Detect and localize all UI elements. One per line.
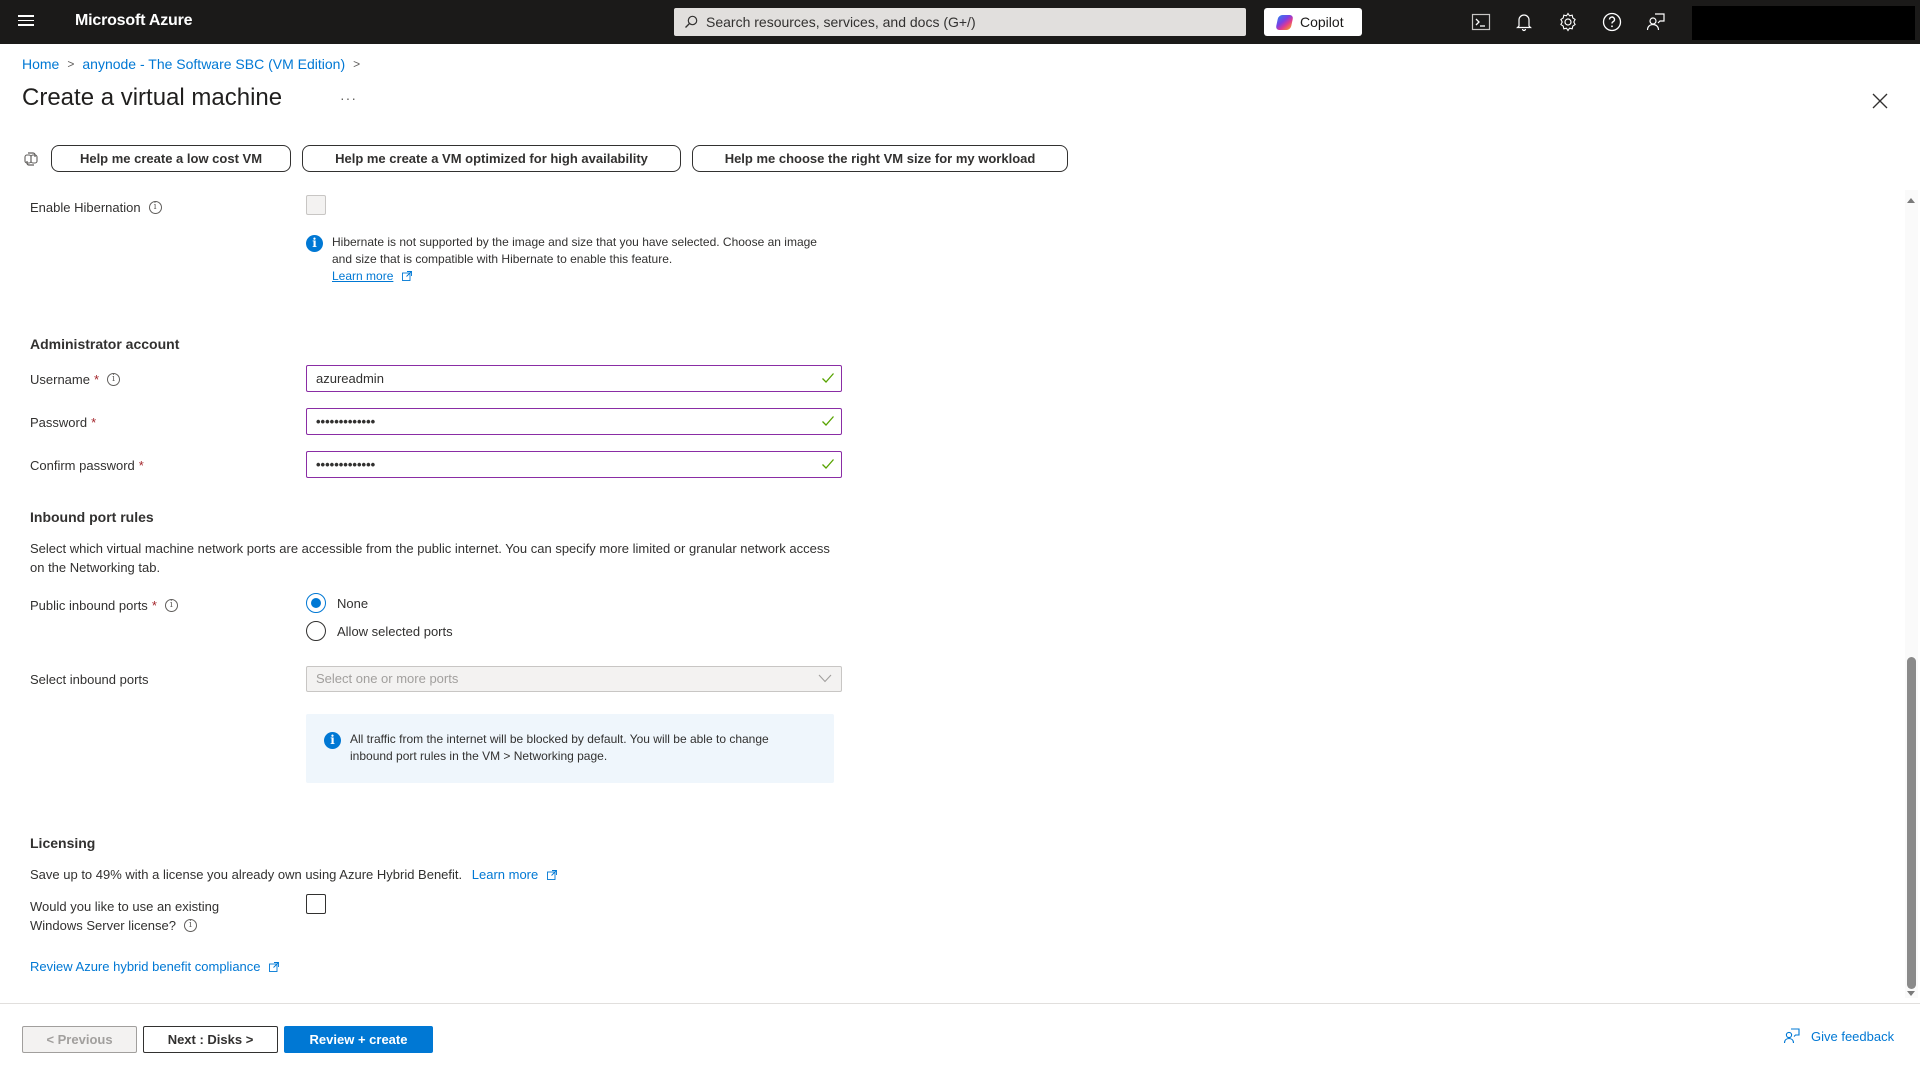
username-label: Username * i bbox=[30, 372, 121, 387]
existing-license-line1: Would you like to use an existing bbox=[30, 899, 220, 914]
copilot-button[interactable]: Copilot bbox=[1264, 8, 1362, 36]
radio-indicator bbox=[306, 593, 326, 613]
inbound-heading: Inbound port rules bbox=[30, 509, 154, 525]
public-inbound-label: Public inbound ports * i bbox=[30, 598, 178, 613]
chevron-right-icon: > bbox=[67, 57, 75, 71]
brand-title[interactable]: Microsoft Azure bbox=[75, 12, 193, 30]
external-link-icon bbox=[269, 962, 280, 972]
dropdown-placeholder: Select one or more ports bbox=[316, 671, 459, 686]
password-label-text: Password bbox=[30, 415, 88, 430]
search-placeholder: Search resources, services, and docs (G+… bbox=[706, 14, 976, 30]
vertical-scrollbar[interactable] bbox=[1905, 190, 1918, 998]
feedback-icon[interactable] bbox=[1644, 10, 1668, 34]
existing-license-checkbox[interactable] bbox=[306, 894, 326, 914]
info-icon[interactable]: i bbox=[183, 919, 197, 932]
copilot-icon bbox=[24, 152, 38, 166]
password-label: Password * bbox=[30, 415, 96, 430]
required-marker: * bbox=[138, 458, 144, 473]
select-inbound-label: Select inbound ports bbox=[30, 672, 149, 687]
confirm-password-input[interactable]: ••••••••••••• bbox=[306, 451, 842, 478]
username-value: azureadmin bbox=[316, 371, 384, 386]
required-marker: * bbox=[91, 415, 97, 430]
previous-button[interactable]: < Previous bbox=[22, 1026, 137, 1053]
external-link-icon bbox=[401, 271, 412, 281]
breadcrumb-anynode[interactable]: anynode - The Software SBC (VM Edition) bbox=[82, 56, 345, 72]
inbound-info-box: i All traffic from the internet will be … bbox=[306, 714, 834, 783]
give-feedback-label: Give feedback bbox=[1811, 1028, 1895, 1044]
scrollbar-thumb[interactable] bbox=[1907, 657, 1916, 989]
hibernation-label: Enable Hibernation i bbox=[30, 200, 162, 215]
review-create-button[interactable]: Review + create bbox=[284, 1026, 433, 1053]
compliance-link-row: Review Azure hybrid benefit compliance bbox=[30, 957, 280, 976]
required-marker: * bbox=[151, 598, 157, 613]
cloud-shell-icon[interactable] bbox=[1469, 10, 1493, 34]
suggestion-vm-size[interactable]: Help me choose the right VM size for my … bbox=[692, 145, 1068, 172]
footer-divider bbox=[0, 1003, 1920, 1004]
next-disks-button[interactable]: Next : Disks > bbox=[143, 1026, 278, 1053]
checkmark-icon bbox=[822, 373, 834, 383]
radio-allow-selected-ports[interactable]: Allow selected ports bbox=[306, 621, 453, 641]
hibernation-note-text: Hibernate is not supported by the image … bbox=[332, 235, 817, 266]
search-icon bbox=[685, 15, 698, 28]
page-title: Create a virtual machine bbox=[22, 84, 283, 111]
scroll-down-icon[interactable] bbox=[1907, 991, 1915, 996]
username-label-text: Username bbox=[30, 372, 90, 387]
licensing-learn-more-link[interactable]: Learn more bbox=[472, 867, 538, 882]
search-input[interactable]: Search resources, services, and docs (G+… bbox=[674, 8, 1246, 36]
hybrid-benefit-compliance-link[interactable]: Review Azure hybrid benefit compliance bbox=[30, 959, 261, 974]
close-icon[interactable] bbox=[1871, 92, 1889, 110]
chevron-right-icon: > bbox=[353, 57, 361, 71]
info-icon[interactable]: i bbox=[164, 599, 178, 612]
confirm-password-label-text: Confirm password bbox=[30, 458, 135, 473]
hibernation-checkbox[interactable] bbox=[306, 195, 326, 215]
copilot-logo-icon bbox=[1275, 15, 1294, 30]
hibernation-note: i Hibernate is not supported by the imag… bbox=[306, 234, 826, 285]
give-feedback-link[interactable]: Give feedback bbox=[1783, 1027, 1894, 1045]
password-input[interactable]: ••••••••••••• bbox=[306, 408, 842, 435]
licensing-description-text: Save up to 49% with a license you alread… bbox=[30, 867, 463, 882]
confirm-password-value: ••••••••••••• bbox=[316, 457, 376, 472]
copilot-label: Copilot bbox=[1300, 14, 1344, 30]
inbound-info-text: All traffic from the internet will be bl… bbox=[350, 732, 769, 763]
info-icon[interactable]: i bbox=[107, 373, 121, 386]
existing-license-line2: Windows Server license? bbox=[30, 918, 176, 933]
breadcrumb: Home > anynode - The Software SBC (VM Ed… bbox=[22, 56, 368, 72]
checkmark-icon bbox=[822, 416, 834, 426]
licensing-description: Save up to 49% with a license you alread… bbox=[30, 865, 557, 884]
scroll-up-icon[interactable] bbox=[1907, 198, 1915, 203]
hibernation-learn-more-link[interactable]: Learn more bbox=[332, 269, 393, 283]
inbound-ports-dropdown[interactable]: Select one or more ports bbox=[306, 666, 842, 692]
radio-none[interactable]: None bbox=[306, 593, 368, 613]
info-filled-icon: i bbox=[306, 235, 323, 252]
settings-icon[interactable] bbox=[1556, 10, 1580, 34]
hibernation-label-text: Enable Hibernation bbox=[30, 200, 141, 215]
breadcrumb-home[interactable]: Home bbox=[22, 56, 59, 72]
top-bar: Microsoft Azure Search resources, servic… bbox=[0, 0, 1920, 44]
radio-allow-label: Allow selected ports bbox=[337, 623, 453, 639]
help-icon[interactable] bbox=[1600, 10, 1624, 34]
more-options-button[interactable]: ··· bbox=[340, 90, 357, 106]
licensing-heading: Licensing bbox=[30, 835, 96, 851]
menu-icon[interactable] bbox=[16, 12, 36, 32]
info-icon[interactable]: i bbox=[148, 201, 162, 214]
admin-heading: Administrator account bbox=[30, 336, 180, 352]
username-input[interactable]: azureadmin bbox=[306, 365, 842, 392]
suggestion-low-cost-vm[interactable]: Help me create a low cost VM bbox=[51, 145, 291, 172]
radio-indicator bbox=[306, 621, 326, 641]
password-value: ••••••••••••• bbox=[316, 414, 376, 429]
public-inbound-label-text: Public inbound ports bbox=[30, 598, 148, 613]
info-filled-icon: i bbox=[324, 732, 341, 749]
chevron-down-icon bbox=[818, 674, 832, 683]
radio-none-label: None bbox=[337, 595, 369, 611]
confirm-password-label: Confirm password * bbox=[30, 458, 144, 473]
notifications-icon[interactable] bbox=[1512, 10, 1536, 34]
inbound-description: Select which virtual machine network por… bbox=[30, 541, 830, 575]
external-link-icon bbox=[546, 870, 557, 880]
required-marker: * bbox=[93, 372, 100, 387]
existing-license-label: Would you like to use an existing Window… bbox=[30, 897, 219, 935]
suggestion-high-availability[interactable]: Help me create a VM optimized for high a… bbox=[302, 145, 681, 172]
account-menu[interactable] bbox=[1692, 6, 1915, 40]
feedback-person-icon bbox=[1783, 1028, 1800, 1044]
checkmark-icon bbox=[822, 459, 834, 469]
